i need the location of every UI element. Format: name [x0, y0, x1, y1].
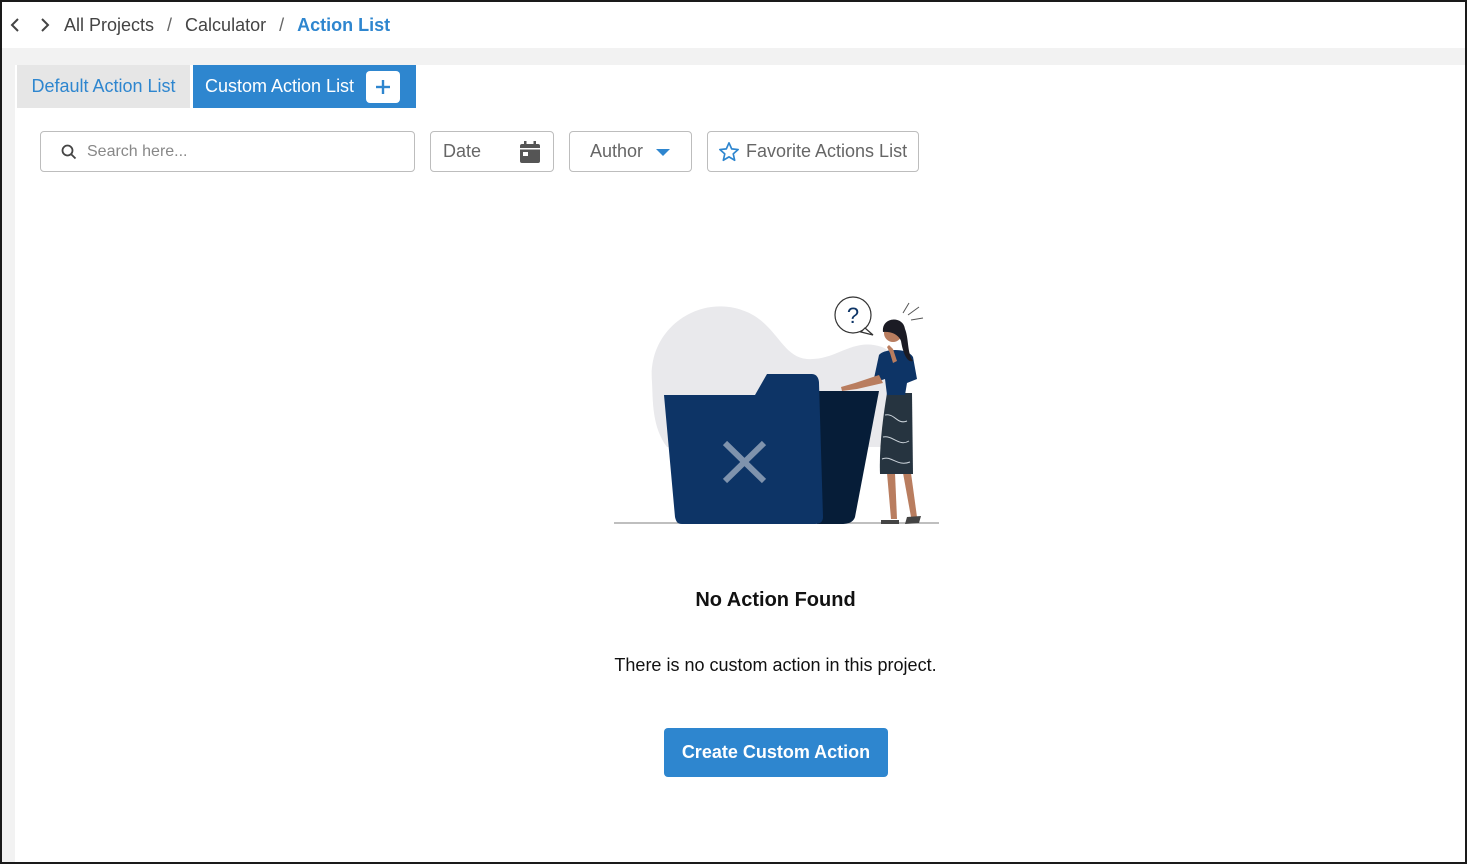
left-gutter: [2, 48, 15, 862]
breadcrumb-action-list: Action List: [297, 14, 391, 35]
favorite-actions-filter[interactable]: Favorite Actions List: [707, 131, 919, 172]
breadcrumb-bar: All Projects / Calculator / Action List: [2, 2, 1465, 48]
date-label: Date: [443, 141, 482, 161]
caret-down-icon: [656, 148, 671, 156]
star-icon: [719, 141, 739, 161]
add-tab-button[interactable]: [366, 70, 401, 103]
plus-icon: [376, 79, 391, 94]
svg-text:?: ?: [847, 303, 859, 328]
search-input[interactable]: [87, 142, 387, 161]
app-window: All Projects / Calculator / Action List …: [0, 0, 1467, 864]
author-label: Author: [590, 141, 644, 161]
search-box[interactable]: [40, 131, 415, 172]
tab-custom-action-list[interactable]: Custom Action List: [193, 65, 416, 108]
empty-folder-illustration: ?: [614, 296, 939, 524]
breadcrumb-calculator[interactable]: Calculator: [185, 15, 266, 36]
empty-state-title: No Action Found: [695, 589, 856, 611]
search-icon: [61, 144, 77, 159]
action-list-tabs: Default Action List Custom Action List: [17, 65, 416, 108]
forward-arrow-icon[interactable]: [34, 14, 56, 36]
create-custom-action-button[interactable]: Create Custom Action: [664, 728, 888, 777]
tab-default-label: Default Action List: [31, 76, 176, 96]
favorite-label: Favorite Actions List: [746, 141, 908, 161]
empty-state-description: There is no custom action in this projec…: [614, 655, 937, 675]
calendar-icon[interactable]: [519, 140, 541, 164]
back-arrow-icon[interactable]: [4, 14, 26, 36]
author-filter[interactable]: Author: [569, 131, 692, 172]
date-filter[interactable]: Date: [430, 131, 554, 172]
header-divider: [2, 48, 1465, 65]
breadcrumb: All Projects / Calculator / Action List: [64, 15, 390, 36]
tab-default-action-list[interactable]: Default Action List: [17, 65, 190, 108]
breadcrumb-all-projects[interactable]: All Projects: [64, 15, 154, 36]
tab-custom-label: Custom Action List: [205, 76, 355, 96]
breadcrumb-separator: /: [279, 14, 285, 35]
breadcrumb-separator: /: [167, 14, 173, 35]
